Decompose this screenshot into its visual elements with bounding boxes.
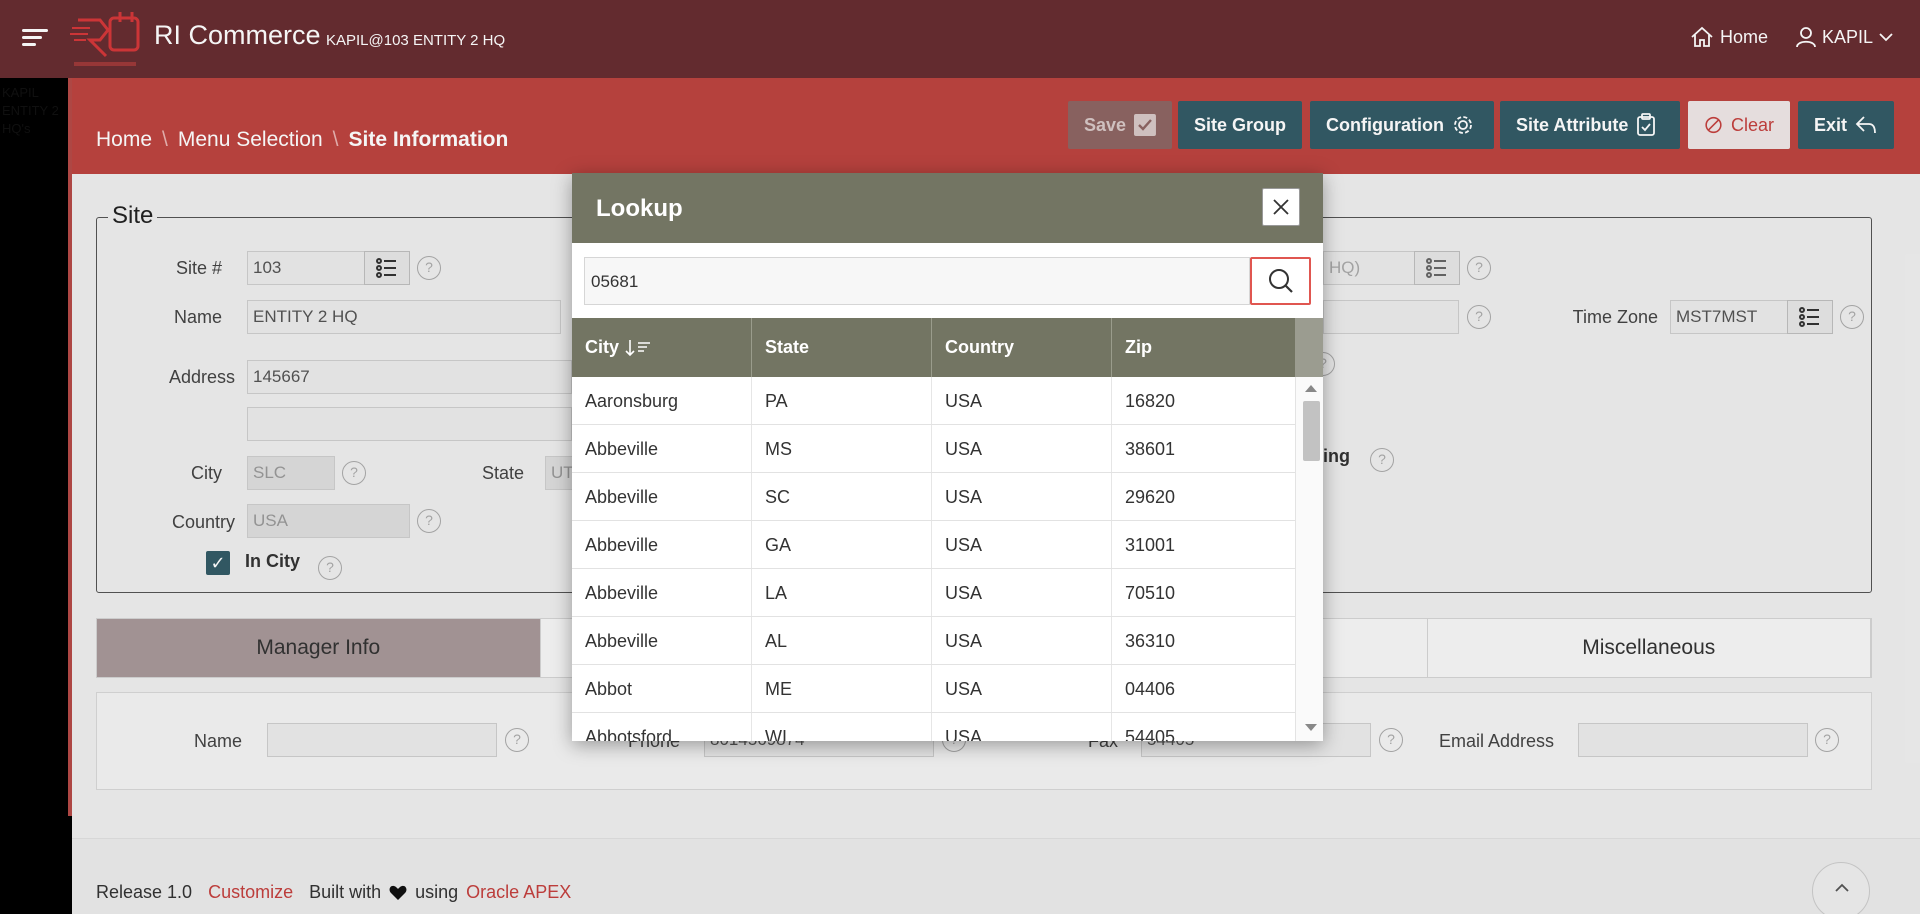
cell-city: Abbeville <box>572 425 752 472</box>
sort-descending-icon <box>625 339 651 356</box>
close-button[interactable] <box>1262 188 1300 226</box>
lookup-search-button[interactable] <box>1250 257 1311 305</box>
cell-zip: 38601 <box>1125 439 1176 459</box>
column-zip-label: Zip <box>1125 337 1152 357</box>
cell-zip: 36310 <box>1125 631 1176 651</box>
dialog-title: Lookup <box>596 195 683 222</box>
cell-zip: 29620 <box>1125 487 1176 507</box>
table-row[interactable]: Abbotsford WI USA 54405 <box>572 713 1295 741</box>
cell-country: USA <box>932 425 1112 472</box>
table-row[interactable]: Abbeville GA USA 31001 <box>572 521 1295 569</box>
column-header-city[interactable]: City <box>572 318 752 377</box>
cell-city: Abbot <box>572 665 752 712</box>
table-row[interactable]: Aaronsburg PA USA 16820 <box>572 377 1295 425</box>
lookup-search-input[interactable]: 05681 <box>584 257 1250 305</box>
cell-city: Abbotsford <box>572 713 752 741</box>
close-icon <box>1273 199 1289 215</box>
cell-country: USA <box>932 713 1112 741</box>
cell-zip: 70510 <box>1125 583 1176 603</box>
table-row[interactable]: Abbeville MS USA 38601 <box>572 425 1295 473</box>
cell-city: Abbeville <box>572 473 752 520</box>
column-header-state[interactable]: State <box>752 318 932 377</box>
cell-state: ME <box>752 665 932 712</box>
cell-state: LA <box>752 569 932 616</box>
table-row[interactable]: Abbeville LA USA 70510 <box>572 569 1295 617</box>
column-header-zip[interactable]: Zip <box>1112 318 1295 377</box>
lookup-dialog: Lookup 05681 City State Country Zip Aaro… <box>572 173 1323 741</box>
lookup-grid-body: Aaronsburg PA USA 16820 Abbeville MS USA… <box>572 377 1295 741</box>
cell-country: USA <box>932 377 1112 424</box>
column-header-country[interactable]: Country <box>932 318 1112 377</box>
cell-state: SC <box>752 473 932 520</box>
table-row[interactable]: Abbeville SC USA 29620 <box>572 473 1295 521</box>
cell-country: USA <box>932 665 1112 712</box>
scrollbar-thumb[interactable] <box>1303 401 1320 461</box>
cell-city: Aaronsburg <box>572 377 752 424</box>
lookup-grid-header: City State Country Zip <box>572 318 1295 377</box>
cell-country: USA <box>932 521 1112 568</box>
cell-country: USA <box>932 617 1112 664</box>
grid-scrollbar[interactable] <box>1295 377 1323 741</box>
table-row[interactable]: Abbeville AL USA 36310 <box>572 617 1295 665</box>
cell-country: USA <box>932 473 1112 520</box>
cell-zip: 31001 <box>1125 535 1176 555</box>
cell-city: Abbeville <box>572 521 752 568</box>
cell-city: Abbeville <box>572 569 752 616</box>
cell-state: AL <box>752 617 932 664</box>
scroll-up-arrow-icon[interactable] <box>1305 385 1317 392</box>
cell-country: USA <box>932 569 1112 616</box>
column-state-label: State <box>765 337 810 357</box>
column-city-label: City <box>585 337 620 357</box>
search-icon <box>1269 269 1293 293</box>
cell-zip: 16820 <box>1125 391 1176 411</box>
cell-state: MS <box>752 425 932 472</box>
grid-header-corner <box>1295 318 1323 377</box>
dialog-header: Lookup <box>572 173 1323 243</box>
cell-city: Abbeville <box>572 617 752 664</box>
cell-state: PA <box>752 377 932 424</box>
table-row[interactable]: Abbot ME USA 04406 <box>572 665 1295 713</box>
cell-state: WI <box>752 713 932 741</box>
scroll-down-arrow-icon[interactable] <box>1305 724 1317 731</box>
cell-state: GA <box>752 521 932 568</box>
cell-zip: 54405 <box>1125 727 1176 741</box>
column-country-label: Country <box>945 337 1014 357</box>
cell-zip: 04406 <box>1125 679 1176 699</box>
